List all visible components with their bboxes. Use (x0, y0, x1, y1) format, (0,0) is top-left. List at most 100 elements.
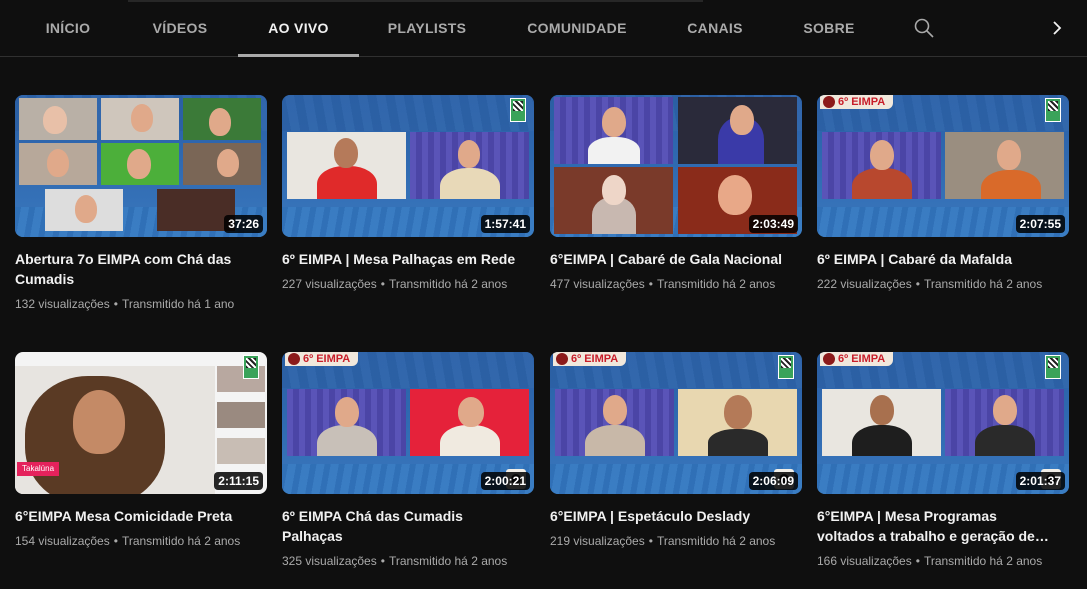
video-title[interactable]: 6º EIMPA | Mesa Palhaças em Rede (282, 249, 522, 269)
view-count: 325 visualizações (282, 554, 377, 568)
video-card[interactable]: 1:57:41 6º EIMPA | Mesa Palhaças em Rede… (282, 95, 534, 293)
video-title[interactable]: 6°EIMPA Mesa Comicidade Preta (15, 506, 255, 526)
tab-sobre[interactable]: SOBRE (792, 0, 866, 56)
tab-ao-vivo[interactable]: AO VIVO (238, 0, 359, 57)
streamed-time: Transmitido há 1 ano (121, 297, 235, 311)
video-thumbnail[interactable]: 6º EIMPA 2:06:09 (550, 352, 802, 494)
video-card[interactable]: 6º EIMPA 2:06:09 6°EIMPA | Espetáculo De… (550, 352, 802, 550)
participant-video (183, 98, 261, 140)
video-duration: 2:11:15 (214, 472, 263, 490)
video-thumbnail[interactable]: 6º EIMPA 2:01:37 (817, 352, 1069, 494)
video-metadata: 132 visualizações • Transmitido há 1 ano (15, 297, 235, 311)
streamed-time: Transmitido há 2 anos (388, 554, 508, 568)
search-icon[interactable] (912, 16, 936, 40)
participant-video (217, 438, 265, 464)
video-duration: 2:00:21 (480, 472, 530, 490)
video-thumbnail[interactable]: 6º EIMPA 2:07:55 (817, 95, 1069, 237)
participant-video (287, 389, 406, 456)
participant-video (19, 143, 97, 185)
participant-video (822, 389, 941, 456)
participant-video (410, 132, 529, 199)
view-count: 219 visualizações (550, 534, 645, 548)
participant-video (45, 189, 123, 231)
participant-video (822, 132, 941, 199)
streamed-time: Transmitido há 2 anos (923, 277, 1043, 291)
participant-video (945, 132, 1064, 199)
participant-video (554, 97, 673, 164)
participant-video (554, 167, 673, 234)
video-thumbnail[interactable]: 1:57:41 (282, 95, 534, 237)
view-count: 154 visualizações (15, 534, 110, 548)
video-metadata: 477 visualizações • Transmitido há 2 anos (550, 277, 776, 291)
qr-code-icon (1045, 355, 1061, 379)
streamed-time: Transmitido há 2 anos (656, 534, 776, 548)
video-card[interactable]: 6º EIMPA 2:00:21 6º EIMPA Chá das Cumadi… (282, 352, 534, 570)
qr-code-icon (243, 355, 259, 379)
streamed-time: Transmitido há 2 anos (656, 277, 776, 291)
tab-comunidade[interactable]: COMUNIDADE (516, 0, 638, 56)
video-duration: 2:06:09 (748, 472, 798, 490)
video-thumbnail[interactable]: 6º EIMPA 2:00:21 (282, 352, 534, 494)
video-duration: 2:01:37 (1015, 472, 1065, 490)
thumbnail-texture (282, 95, 534, 131)
view-count: 132 visualizações (15, 297, 110, 311)
video-card[interactable]: 6º EIMPA 2:07:55 6º EIMPA | Cabaré da Ma… (817, 95, 1069, 293)
video-title[interactable]: 6º EIMPA | Cabaré da Mafalda (817, 249, 1057, 269)
tab-canais[interactable]: CANAIS (674, 0, 756, 56)
video-metadata: 222 visualizações • Transmitido há 2 anos (817, 277, 1043, 291)
video-thumbnail[interactable]: 37:26 (15, 95, 267, 237)
streamed-time: Transmitido há 2 anos (121, 534, 241, 548)
video-thumbnail[interactable]: 2:03:49 (550, 95, 802, 237)
channel-tab-bar: INÍCIO VÍDEOS AO VIVO PLAYLISTS COMUNIDA… (0, 0, 1087, 57)
participant-video (945, 389, 1064, 456)
video-title[interactable]: 6°EIMPA | Cabaré de Gala Nacional (550, 249, 790, 269)
streamed-time: Transmitido há 2 anos (923, 554, 1043, 568)
chevron-right-icon[interactable] (1045, 16, 1069, 40)
video-title[interactable]: 6°EIMPA | Mesa Programas voltados a trab… (817, 506, 1057, 546)
eimpa-logo: 6º EIMPA (285, 352, 359, 366)
participant-video (410, 389, 529, 456)
video-duration: 2:07:55 (1015, 215, 1065, 233)
tab-playlists[interactable]: PLAYLISTS (374, 0, 480, 56)
video-title[interactable]: Abertura 7o EIMPA com Chá das Cumadis (15, 249, 255, 289)
video-duration: 2:03:49 (748, 215, 798, 233)
participant-video (555, 389, 674, 456)
eimpa-logo: 6º EIMPA (553, 352, 627, 366)
participant-video (101, 143, 179, 185)
streamed-time: Transmitido há 2 anos (388, 277, 508, 291)
participant-video (678, 389, 797, 456)
video-metadata: 166 visualizações • Transmitido há 2 anos (817, 554, 1043, 568)
video-thumbnail[interactable]: Takalúna 2:11:15 (15, 352, 267, 494)
view-count: 227 visualizações (282, 277, 377, 291)
video-metadata: 325 visualizações • Transmitido há 2 anos (282, 554, 508, 568)
participant-video (157, 189, 235, 231)
participant-video (101, 98, 179, 140)
participant-video (19, 98, 97, 140)
view-count: 166 visualizações (817, 554, 912, 568)
video-card[interactable]: 2:03:49 6°EIMPA | Cabaré de Gala Naciona… (550, 95, 802, 293)
eimpa-logo: 6º EIMPA (820, 95, 894, 109)
video-duration: 37:26 (224, 215, 263, 233)
video-card[interactable]: 37:26 Abertura 7o EIMPA com Chá das Cuma… (15, 95, 267, 313)
participant-video (678, 97, 797, 164)
participant-video (183, 143, 261, 185)
view-count: 222 visualizações (817, 277, 912, 291)
participant-video (287, 132, 406, 199)
qr-code-icon (510, 98, 526, 122)
qr-code-icon (1045, 98, 1061, 122)
view-count: 477 visualizações (550, 277, 645, 291)
video-title[interactable]: 6°EIMPA | Espetáculo Deslady (550, 506, 790, 526)
video-metadata: 227 visualizações • Transmitido há 2 anos (282, 277, 508, 291)
speaker-name-tag: Takalúna (17, 462, 60, 476)
video-card[interactable]: Takalúna 2:11:15 6°EIMPA Mesa Comicidade… (15, 352, 267, 550)
tab-videos[interactable]: VÍDEOS (132, 0, 228, 56)
video-metadata: 219 visualizações • Transmitido há 2 anos (550, 534, 776, 548)
tab-inicio[interactable]: INÍCIO (20, 0, 116, 56)
video-title[interactable]: 6º EIMPA Chá das Cumadis Palhaças (282, 506, 522, 546)
video-card[interactable]: 6º EIMPA 2:01:37 6°EIMPA | Mesa Programa… (817, 352, 1069, 570)
participant-video (217, 402, 265, 428)
video-metadata: 154 visualizações • Transmitido há 2 anos (15, 534, 241, 548)
qr-code-icon (778, 355, 794, 379)
eimpa-logo: 6º EIMPA (820, 352, 894, 366)
video-duration: 1:57:41 (480, 215, 530, 233)
